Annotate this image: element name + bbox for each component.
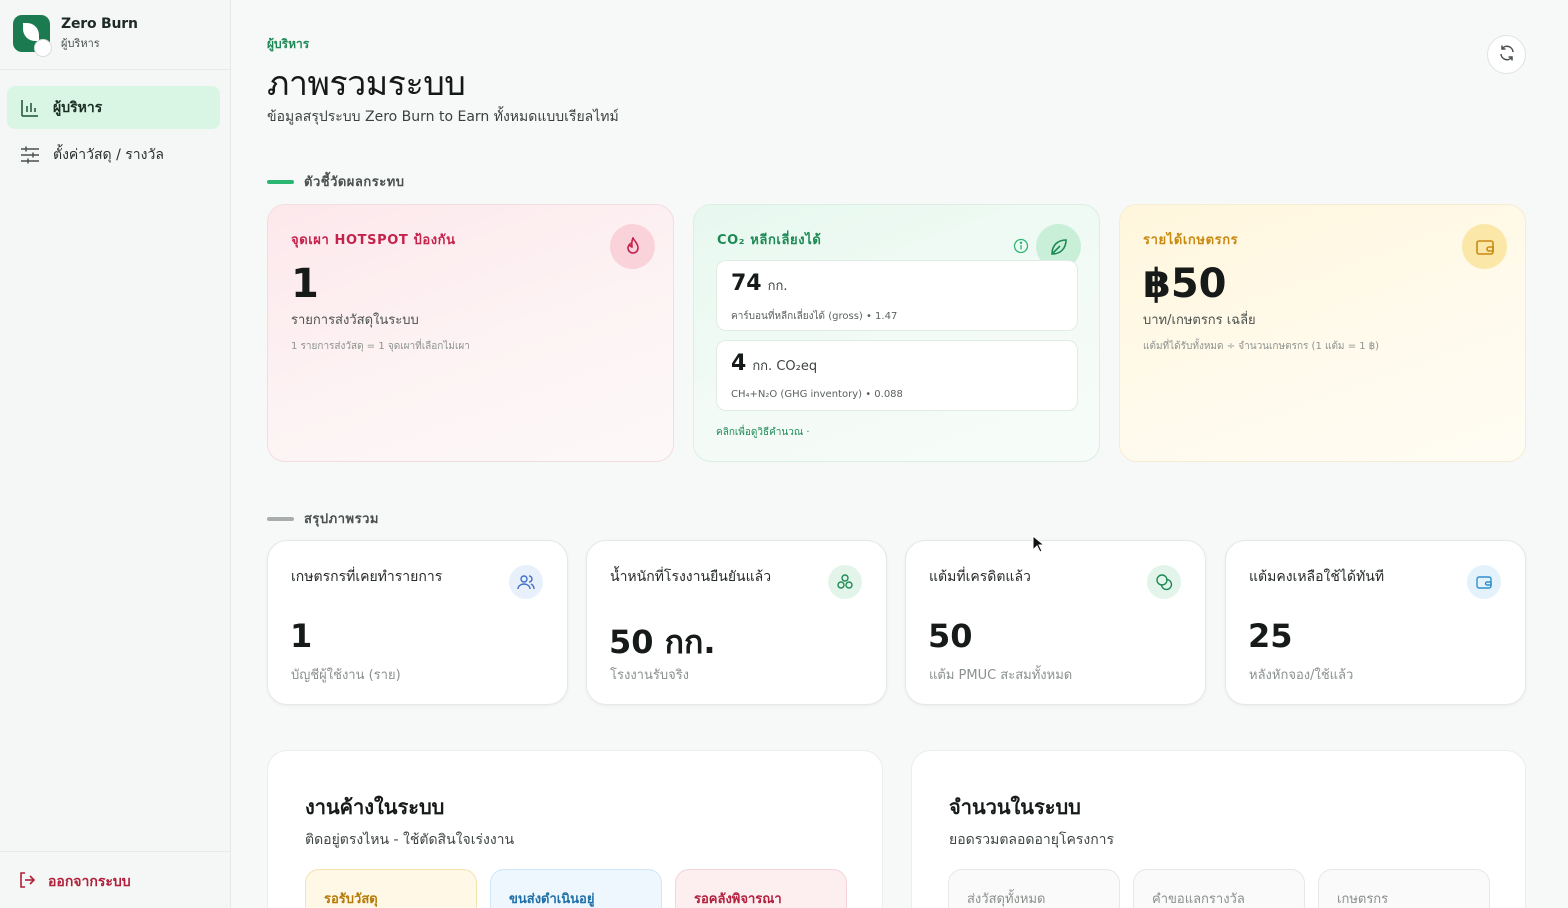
zero-burn-logo — [13, 15, 52, 57]
sidebar-divider — [0, 69, 230, 70]
summary-value: 50 — [928, 617, 973, 655]
brand-role: ผู้บริหาร — [61, 36, 100, 50]
refresh-button[interactable] — [1487, 35, 1526, 74]
summary-card-farmers: เกษตรกรที่เคยทำรายการ 1 บัญชีผู้ใช้งาน (… — [267, 540, 568, 705]
co2-card[interactable]: CO₂ หลีกเลี่ยงได้ 74 กก. คาร์บอนที่หลีกเล… — [693, 204, 1100, 462]
panel-title: งานค้างในระบบ — [305, 795, 445, 819]
pending-pill-awaiting-warehouse[interactable]: รอคลังพิจารณา — [675, 869, 847, 908]
income-card: รายได้เกษตรกร ฿50 บาท/เกษตรกร เฉลี่ย แต้… — [1119, 204, 1526, 462]
section-bar — [267, 179, 294, 184]
wallet-icon — [1467, 565, 1501, 599]
page-subtitle: ข้อมูลสรุประบบ Zero Burn to Earn ทั้งหมด… — [267, 109, 619, 125]
co2-gross-note: คาร์บอนที่หลีกเลี่ยงได้ (gross) • 1.47 — [731, 311, 898, 322]
sliders-icon — [20, 145, 40, 165]
income-title: รายได้เกษตรกร — [1143, 233, 1239, 248]
section-impact-label: ตัวชี้วัดผลกระทบ — [267, 171, 405, 192]
leaf-icon — [23, 23, 39, 41]
totals-panel: จำนวนในระบบ ยอดรวมตลอดอายุโครงการ ส่งวัส… — [911, 750, 1526, 908]
logout-button[interactable]: ออกจากระบบ — [18, 871, 131, 893]
bar-chart-icon — [20, 98, 40, 118]
section-summary-label: สรุปภาพรวม — [267, 508, 379, 529]
co2-ghg-box: 4 กก. CO₂eq CH₄+N₂O (GHG inventory) • 0.0… — [716, 340, 1078, 411]
wallet-icon — [1462, 224, 1507, 269]
hotspot-note: 1 รายการส่งวัสดุ = 1 จุดเผาที่เลือกไม่เผ… — [291, 341, 470, 352]
summary-value: 25 — [1248, 617, 1293, 655]
sidebar-item-label: ผู้บริหาร — [53, 99, 103, 116]
refresh-icon — [1498, 44, 1516, 66]
panel-subtitle: ติดอยู่ตรงไหน - ใช้ตัดสินใจเร่งงาน — [305, 832, 515, 848]
totals-pill-farmers[interactable]: เกษตรกร — [1318, 869, 1490, 908]
calculation-link[interactable]: คลิกเพื่อดูวิธีคำนวณ · — [716, 425, 810, 440]
brand-name: Zero Burn — [61, 15, 138, 32]
recycle-icon — [828, 565, 862, 599]
section-title: สรุปภาพรวม — [304, 512, 379, 527]
hotspot-card: จุดเผา HOTSPOT ป้องกัน 1 รายการส่งวัสดุใ… — [267, 204, 674, 462]
co2-gross-unit: กก. — [767, 279, 788, 294]
page-eyebrow: ผู้บริหาร — [267, 37, 310, 51]
coins-icon — [1147, 565, 1181, 599]
logout-label: ออกจากระบบ — [48, 874, 131, 890]
pending-pill-in-transit[interactable]: ขนส่งดำเนินอยู่ — [490, 869, 662, 908]
co2-ghg-unit: กก. CO₂eq — [752, 359, 818, 374]
co2-ghg-value-row: 4 กก. CO₂eq — [731, 351, 817, 376]
users-icon — [509, 565, 543, 599]
hotspot-value: 1 — [291, 261, 319, 307]
section-bar — [267, 516, 294, 521]
hotspot-title: จุดเผา HOTSPOT ป้องกัน — [291, 233, 456, 248]
panel-title: จำนวนในระบบ — [949, 795, 1081, 819]
section-title: ตัวชี้วัดผลกระทบ — [304, 175, 405, 190]
info-icon[interactable] — [1013, 238, 1029, 258]
summary-desc: หลังหักจอง/ใช้แล้ว — [1249, 668, 1354, 683]
sidebar-divider — [0, 851, 230, 852]
co2-gross-value-row: 74 กก. — [731, 271, 788, 296]
mouse-cursor-icon — [1032, 534, 1046, 557]
page-title: ภาพรวมระบบ — [267, 64, 466, 104]
income-value: ฿50 — [1143, 261, 1227, 307]
co2-ghg-value: 4 — [731, 351, 747, 376]
sidebar-item-executive[interactable]: ผู้บริหาร — [7, 86, 220, 129]
totals-pill-redemptions[interactable]: คำขอแลกรางวัล — [1133, 869, 1305, 908]
co2-title: CO₂ หลีกเลี่ยงได้ — [717, 233, 822, 248]
hotspot-desc: รายการส่งวัสดุในระบบ — [291, 313, 419, 328]
sidebar-item-label: ตั้งค่าวัสดุ / รางวัล — [53, 146, 164, 163]
brand[interactable]: Zero Burn ผู้บริหาร — [13, 15, 138, 57]
logout-icon — [18, 871, 36, 893]
summary-title: แต้มที่เครดิตแล้ว — [929, 569, 1031, 585]
summary-card-available-points: แต้มคงเหลือใช้ได้ทันที 25 หลังหักจอง/ใช้… — [1225, 540, 1526, 705]
summary-title: เกษตรกรที่เคยทำรายการ — [291, 569, 443, 585]
income-note: แต้มที่ได้รับทั้งหมด ÷ จำนวนเกษตรกร (1 แ… — [1143, 341, 1380, 352]
sidebar-item-settings[interactable]: ตั้งค่าวัสดุ / รางวัล — [7, 133, 220, 176]
totals-pill-submissions[interactable]: ส่งวัสดุทั้งหมด — [948, 869, 1120, 908]
panel-subtitle: ยอดรวมตลอดอายุโครงการ — [949, 832, 1115, 848]
co2-gross-box: 74 กก. คาร์บอนที่หลีกเลี่ยงได้ (gross) • … — [716, 260, 1078, 331]
summary-card-weight: น้ำหนักที่โรงงานยืนยันแล้ว 50 กก. โรงงาน… — [586, 540, 887, 705]
sidebar: Zero Burn ผู้บริหาร ผู้บริหาร ตั้งค่าวัส… — [0, 0, 231, 908]
summary-desc: บัญชีผู้ใช้งาน (ราย) — [291, 668, 401, 683]
org-badge — [34, 39, 52, 57]
pending-pill-awaiting-material[interactable]: รอรับวัสดุ — [305, 869, 477, 908]
co2-ghg-note: CH₄+N₂O (GHG inventory) • 0.088 — [731, 389, 903, 400]
pending-work-panel: งานค้างในระบบ ติดอยู่ตรงไหน - ใช้ตัดสินใ… — [267, 750, 883, 908]
summary-desc: โรงงานรับจริง — [610, 668, 690, 683]
summary-title: แต้มคงเหลือใช้ได้ทันที — [1249, 569, 1385, 585]
main-content: ผู้บริหาร ภาพรวมระบบ ข้อมูลสรุประบบ Zero… — [231, 0, 1568, 908]
summary-card-credited-points: แต้มที่เครดิตแล้ว 50 แต้ม PMUC สะสมทั้งห… — [905, 540, 1206, 705]
income-desc: บาท/เกษตรกร เฉลี่ย — [1143, 313, 1256, 328]
summary-value: 1 — [290, 617, 313, 655]
co2-gross-value: 74 — [731, 271, 762, 296]
flame-icon — [610, 224, 655, 269]
summary-desc: แต้ม PMUC สะสมทั้งหมด — [929, 668, 1073, 683]
summary-value: 50 กก. — [609, 623, 716, 661]
summary-title: น้ำหนักที่โรงงานยืนยันแล้ว — [610, 569, 772, 585]
